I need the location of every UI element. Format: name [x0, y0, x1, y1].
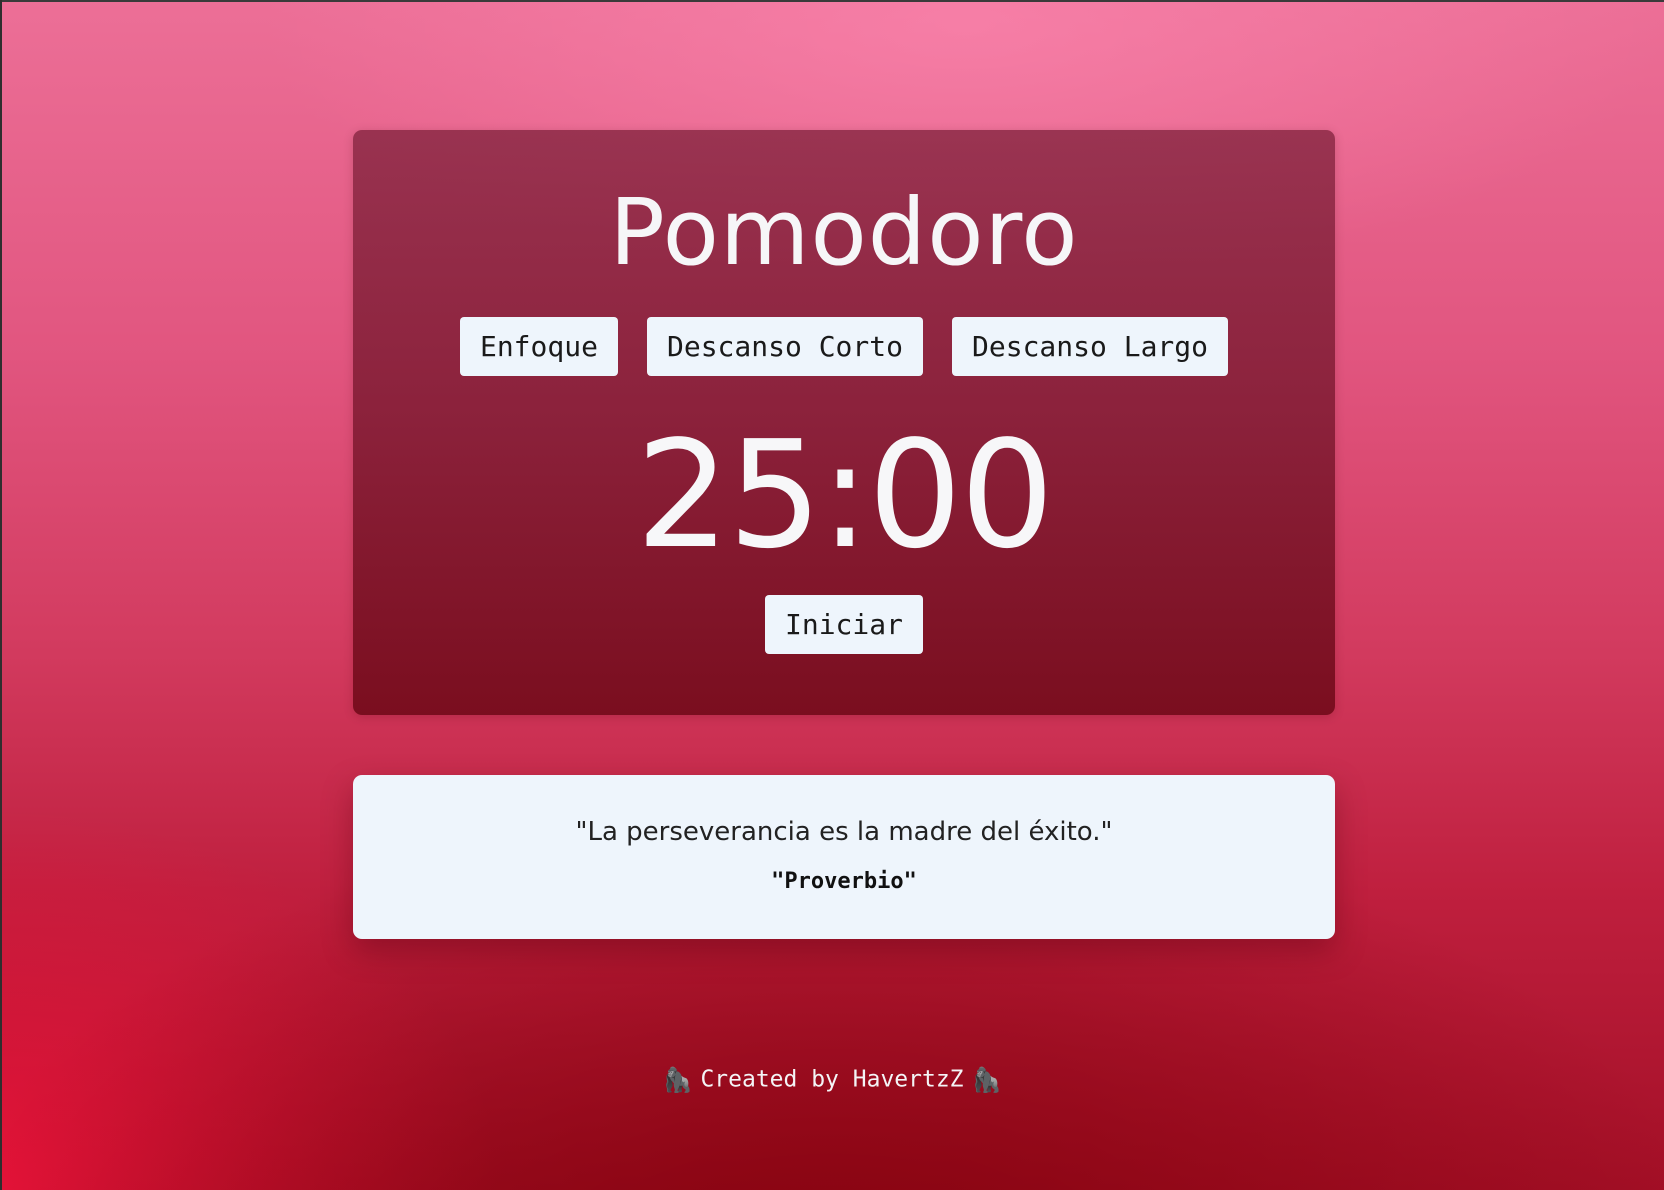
- window-left-border: [0, 0, 2, 1190]
- gorilla-icon: 🦍: [662, 1065, 693, 1094]
- long-break-button[interactable]: Descanso Largo: [952, 317, 1229, 376]
- short-break-button[interactable]: Descanso Corto: [646, 317, 923, 376]
- timer-card: Pomodoro Enfoque Descanso Corto Descanso…: [353, 130, 1335, 715]
- app-title: Pomodoro: [609, 179, 1079, 286]
- start-button[interactable]: Iniciar: [764, 595, 923, 654]
- mode-selector: Enfoque Descanso Corto Descanso Largo: [353, 317, 1335, 376]
- footer-credit: Created by HavertzZ: [700, 1066, 964, 1093]
- window-top-border: [0, 0, 1664, 2]
- quote-text: "La perseverancia es la madre del éxito.…: [575, 817, 1113, 847]
- quote-author: "Proverbio": [771, 869, 917, 894]
- timer-display: 25:00: [635, 409, 1055, 581]
- footer: 🦍 Created by HavertzZ 🦍: [0, 1063, 1664, 1096]
- focus-mode-button[interactable]: Enfoque: [459, 317, 618, 376]
- start-button-container: Iniciar: [353, 595, 1335, 654]
- gorilla-icon: 🦍: [971, 1065, 1002, 1094]
- quote-card: "La perseverancia es la madre del éxito.…: [353, 775, 1335, 939]
